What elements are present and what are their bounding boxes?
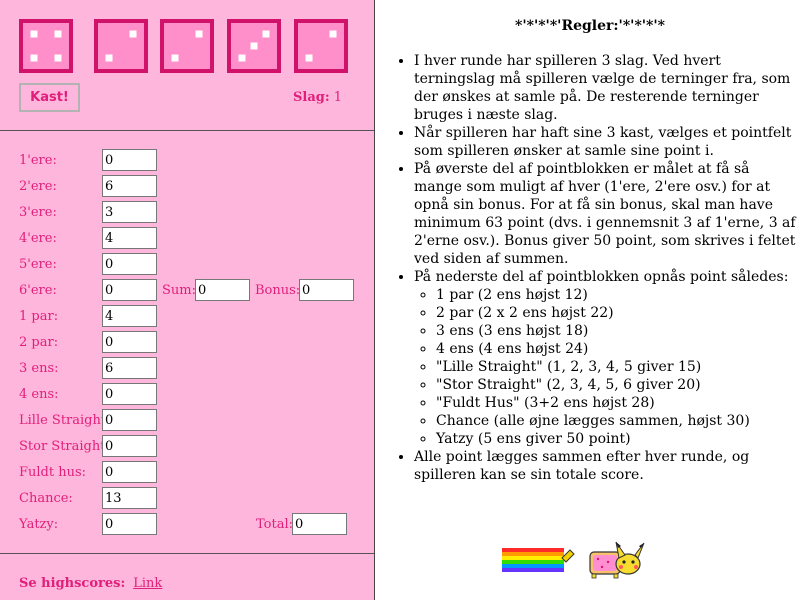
score-field-threes[interactable] xyxy=(102,201,157,223)
score-label-fives: 5'ere: xyxy=(19,257,57,272)
score-field-one-pair[interactable] xyxy=(102,305,157,327)
rule-subitem: 1 par (2 ens højst 12) xyxy=(436,286,796,304)
die-pip xyxy=(54,54,62,62)
score-field-chance[interactable] xyxy=(102,487,157,509)
score-field-four-kind[interactable] xyxy=(102,383,157,405)
die-pip xyxy=(30,54,38,62)
score-field-full-house[interactable] xyxy=(102,461,157,483)
rule-item: Alle point lægges sammen efter hver rund… xyxy=(414,448,796,484)
score-field-two-pair[interactable] xyxy=(102,331,157,353)
score-label-four-kind: 4 ens: xyxy=(19,387,59,402)
roll-counter: Slag: 1 xyxy=(293,90,342,105)
rule-item-text: På nederste del af pointblokken opnås po… xyxy=(414,269,789,285)
score-label-full-house: Fuldt hus: xyxy=(19,465,87,480)
highscore-row: Se highscores: Link xyxy=(19,576,162,591)
highscore-label: Se highscores: xyxy=(19,576,126,591)
score-field-fours[interactable] xyxy=(102,227,157,249)
score-field-small-straight[interactable] xyxy=(102,409,157,431)
die-pip xyxy=(262,30,270,38)
rule-subitem: "Fuldt Hus" (3+2 ens højst 28) xyxy=(436,394,796,412)
score-label-one-pair: 1 par: xyxy=(19,309,59,324)
dice-area: Kast! Slag: 1 xyxy=(0,0,374,131)
die-5[interactable] xyxy=(294,19,348,73)
score-label-sixes: 6'ere: xyxy=(19,283,57,298)
score-label-chance: Chance: xyxy=(19,491,73,506)
score-label-two-pair: 2 par: xyxy=(19,335,59,350)
game-panel: Kast! Slag: 1 1'ere: 2'ere: 3'ere: 4'ere… xyxy=(0,0,375,600)
rule-subitem: "Stor Straight" (2, 3, 4, 5, 6 giver 20) xyxy=(436,376,796,394)
total-field[interactable] xyxy=(292,513,347,535)
total-label: Total: xyxy=(256,517,294,532)
rule-subitem: Chance (alle øjne lægges sammen, højst 3… xyxy=(436,412,796,430)
die-pip xyxy=(129,30,137,38)
score-label-fours: 4'ere: xyxy=(19,231,57,246)
rule-subitem: Yatzy (5 ens giver 50 point) xyxy=(436,430,796,448)
die-pip xyxy=(30,30,38,38)
die-pip xyxy=(54,30,62,38)
score-field-twos[interactable] xyxy=(102,175,157,197)
rules-panel: *'*'*'*'Regler:'*'*'*'* I hver runde har… xyxy=(380,0,800,600)
score-label-twos: 2'ere: xyxy=(19,179,57,194)
score-label-ones: 1'ere: xyxy=(19,153,57,168)
rule-item: På nederste del af pointblokken opnås po… xyxy=(414,268,796,448)
sum-field[interactable] xyxy=(195,279,250,301)
rules-list: I hver runde har spilleren 3 slag. Ved h… xyxy=(398,52,796,484)
rules-sublist: 1 par (2 ens højst 12) 2 par (2 x 2 ens … xyxy=(414,286,796,448)
rules-title: *'*'*'*'Regler:'*'*'*'* xyxy=(515,18,665,34)
score-field-sixes[interactable] xyxy=(102,279,157,301)
sum-label: Sum: xyxy=(162,283,196,298)
score-field-ones[interactable] xyxy=(102,149,157,171)
highscore-link[interactable]: Link xyxy=(133,576,162,591)
rule-subitem: "Lille Straight" (1, 2, 3, 4, 5 giver 15… xyxy=(436,358,796,376)
score-field-large-straight[interactable] xyxy=(102,435,157,457)
rule-subitem: 3 ens (3 ens højst 18) xyxy=(436,322,796,340)
score-label-threes: 3'ere: xyxy=(19,205,57,220)
die-3[interactable] xyxy=(160,19,214,73)
score-label-small-straight: Lille Straight: xyxy=(19,413,111,428)
score-label-three-kind: 3 ens: xyxy=(19,361,59,376)
die-1[interactable] xyxy=(19,19,73,73)
die-pip xyxy=(195,30,203,38)
score-field-three-kind[interactable] xyxy=(102,357,157,379)
bonus-field[interactable] xyxy=(299,279,354,301)
rule-item: I hver runde har spilleren 3 slag. Ved h… xyxy=(414,52,796,124)
die-pip xyxy=(105,54,113,62)
die-pip xyxy=(171,54,179,62)
rule-item: Når spilleren har haft sine 3 kast, vælg… xyxy=(414,124,796,160)
score-field-fives[interactable] xyxy=(102,253,157,275)
rule-subitem: 2 par (2 x 2 ens højst 22) xyxy=(436,304,796,322)
rainbow-pikachu-image xyxy=(502,541,645,579)
rule-subitem: 4 ens (4 ens højst 24) xyxy=(436,340,796,358)
die-pip xyxy=(250,42,258,50)
die-pip xyxy=(329,30,337,38)
score-label-yatzy: Yatzy: xyxy=(19,517,59,532)
roll-counter-label: Slag: xyxy=(293,90,330,105)
bonus-label: Bonus: xyxy=(255,283,301,298)
score-field-yatzy[interactable] xyxy=(102,513,157,535)
score-label-large-straight: Stor Straight: xyxy=(19,439,110,454)
scoreboard: 1'ere: 2'ere: 3'ere: 4'ere: 5'ere: 6'ere… xyxy=(0,131,374,554)
die-pip xyxy=(238,54,246,62)
rule-item: På øverste del af pointblokken er målet … xyxy=(414,160,796,268)
roll-button[interactable]: Kast! xyxy=(19,83,80,112)
roll-counter-value: 1 xyxy=(333,90,343,105)
die-4[interactable] xyxy=(227,19,281,73)
die-2[interactable] xyxy=(94,19,148,73)
die-pip xyxy=(305,54,313,62)
